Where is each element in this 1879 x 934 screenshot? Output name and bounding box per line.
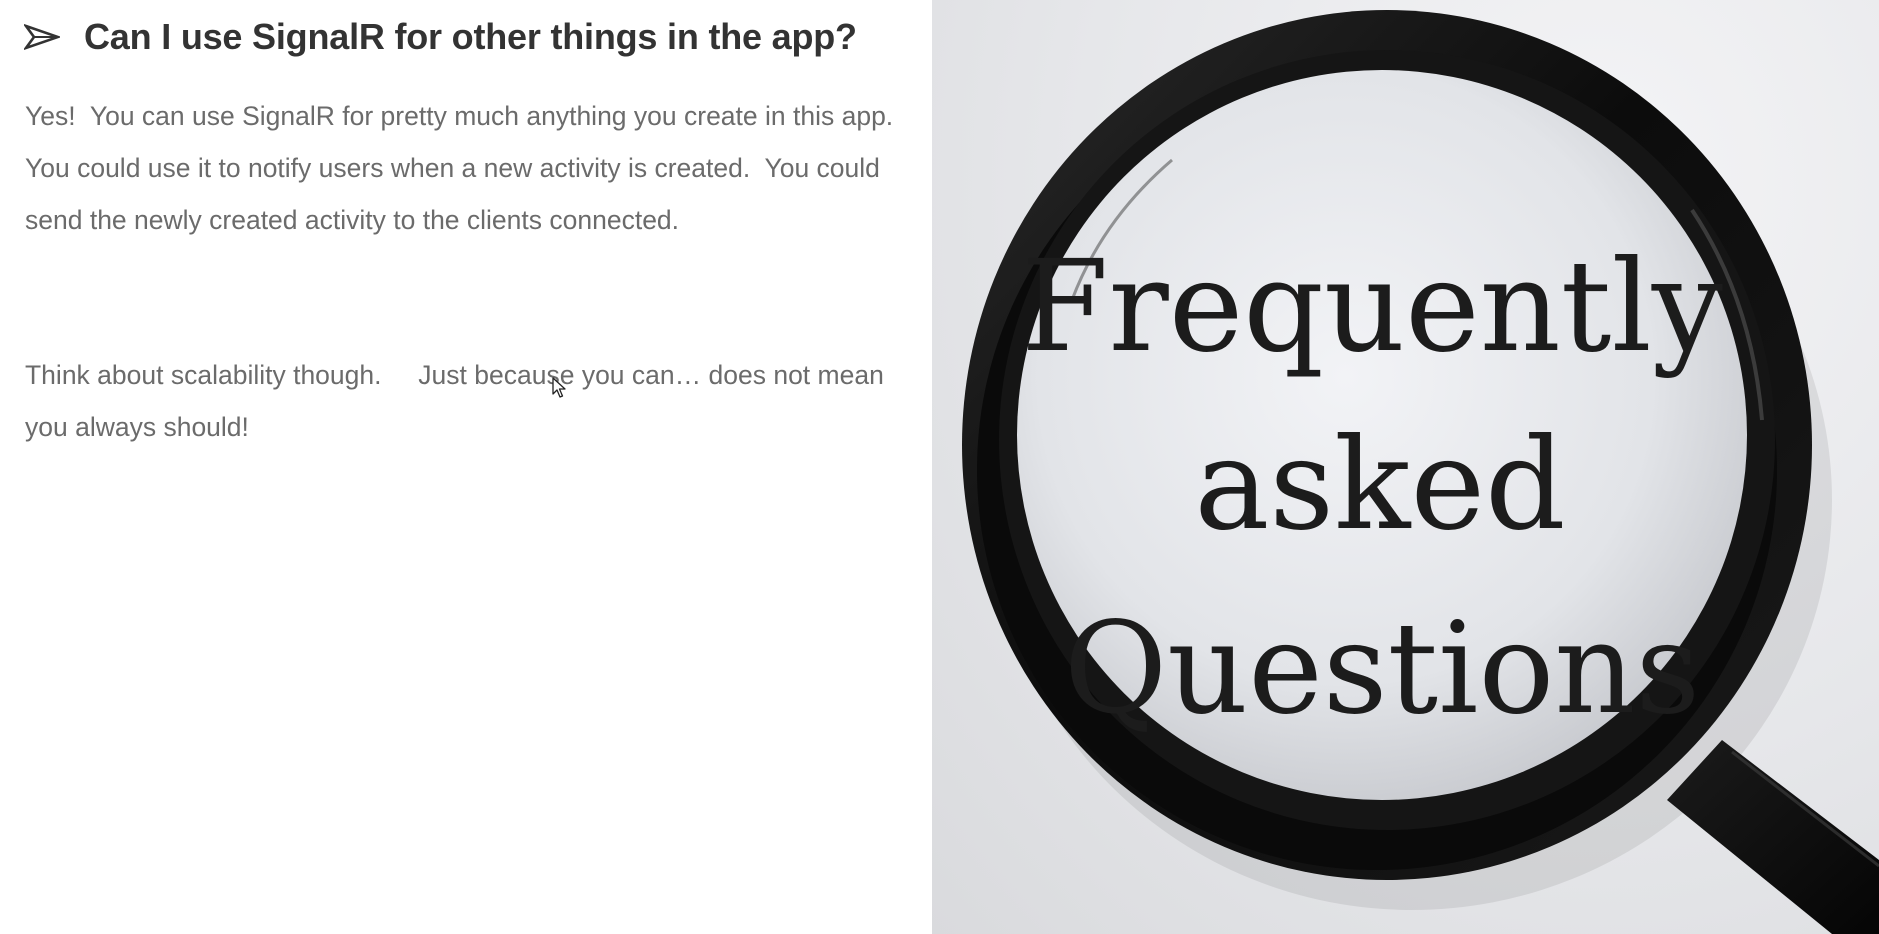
caution-paragraph: Think about scalability though. Just bec…	[25, 360, 892, 442]
slide-canvas: Can I use SignalR for other things in th…	[0, 0, 1879, 934]
lens-word-questions: Questions	[1064, 595, 1700, 742]
arrowhead-bullet-icon	[22, 22, 62, 52]
lens-word-frequently: Frequently	[1021, 233, 1723, 380]
faq-magnifier-image: Frequently asked Questions	[932, 0, 1879, 934]
lens-word-asked: asked	[1194, 411, 1565, 558]
heading-row: Can I use SignalR for other things in th…	[22, 12, 857, 62]
slide-title: Can I use SignalR for other things in th…	[84, 16, 857, 57]
magnifying-glass-icon: Frequently asked Questions	[962, 10, 1879, 934]
text-column: Can I use SignalR for other things in th…	[0, 0, 932, 934]
mouse-cursor-icon	[552, 377, 566, 399]
answer-paragraph: Yes! You can use SignalR for pretty much…	[25, 101, 915, 235]
